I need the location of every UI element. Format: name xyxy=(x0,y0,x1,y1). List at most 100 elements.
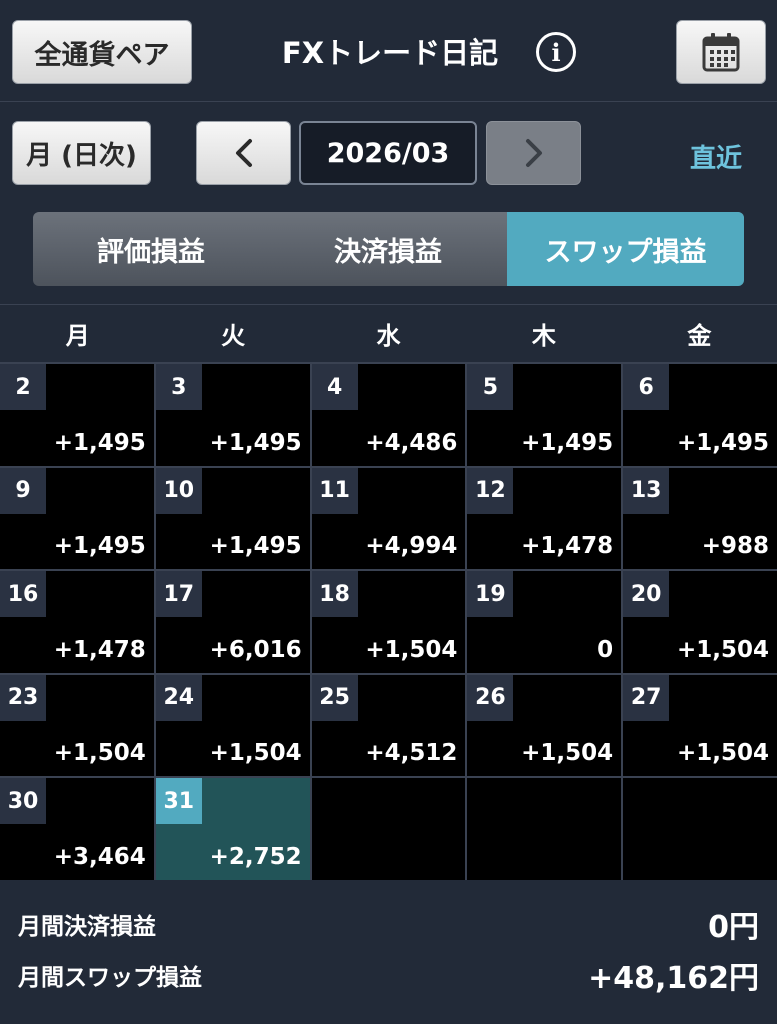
next-month-button[interactable] xyxy=(486,121,581,185)
day-value: +1,495 xyxy=(676,429,769,456)
calendar-day-cell[interactable]: 27 +1,504 xyxy=(623,674,777,777)
calendar-day-cell[interactable]: 5 +1,495 xyxy=(467,364,622,466)
day-value: +1,504 xyxy=(53,740,146,767)
day-number: 11 xyxy=(311,467,358,514)
calendar-day-cell-today[interactable]: 31 +2,752 xyxy=(155,778,310,880)
day-value: +1,504 xyxy=(676,636,769,663)
monthly-summary: 月間決済損益 0円 月間スワップ損益 +48,162円 xyxy=(0,880,777,1024)
day-value: +4,486 xyxy=(365,429,458,456)
day-value: +1,495 xyxy=(209,429,302,456)
day-number: 9 xyxy=(0,467,46,514)
day-value: +1,495 xyxy=(53,533,146,560)
swap-pl-row: 月間スワップ損益 +48,162円 xyxy=(18,955,759,996)
calendar-day-cell[interactable]: 24 +1,504 xyxy=(155,674,310,777)
settled-pl-row: 月間決済損益 0円 xyxy=(18,904,759,945)
calendar-empty-cell xyxy=(623,778,777,880)
tab-unrealized-pl[interactable]: 評価損益 xyxy=(33,212,269,286)
calendar-day-cell[interactable]: 9 +1,495 xyxy=(0,467,154,570)
day-number: 10 xyxy=(155,467,202,514)
page-title: FXトレード日記 xyxy=(281,36,499,70)
calendar-day-cell[interactable]: 13 +988 xyxy=(623,467,777,570)
day-value: +4,994 xyxy=(365,533,458,560)
chevron-left-icon xyxy=(235,139,252,167)
day-value: +1,495 xyxy=(209,533,302,560)
weekday-label: 火 xyxy=(221,322,246,350)
calendar-day-cell[interactable]: 6 +1,495 xyxy=(623,364,777,466)
day-number: 23 xyxy=(0,674,46,721)
day-number: 18 xyxy=(311,571,358,618)
prev-month-button[interactable] xyxy=(196,121,291,185)
period-mode-button[interactable]: 月 (日次) xyxy=(12,121,151,185)
day-number: 26 xyxy=(467,674,514,721)
day-value: +3,464 xyxy=(53,843,146,870)
day-number: 30 xyxy=(0,778,46,825)
calendar-day-cell[interactable]: 4 +4,486 xyxy=(311,364,466,466)
day-value: +1,504 xyxy=(521,740,614,767)
weekday-label: 金 xyxy=(687,322,712,350)
day-number: 6 xyxy=(623,364,670,410)
weekday-header: 月 火 水 木 金 xyxy=(0,304,777,362)
day-number: 5 xyxy=(467,364,514,410)
calendar-day-cell[interactable]: 18 +1,504 xyxy=(311,571,466,673)
calendar-day-cell[interactable]: 3 +1,495 xyxy=(155,364,310,466)
day-value: +988 xyxy=(701,533,769,560)
calendar-day-cell[interactable]: 17 +6,016 xyxy=(155,571,310,673)
day-number: 2 xyxy=(0,364,46,410)
swap-pl-value: +48,162円 xyxy=(588,961,759,996)
weekday-label: 水 xyxy=(376,322,401,350)
day-value: +1,495 xyxy=(53,429,146,456)
day-number: 27 xyxy=(623,674,670,721)
day-number: 16 xyxy=(0,571,46,618)
tab-settled-pl[interactable]: 決済損益 xyxy=(269,212,507,286)
info-icon[interactable]: i xyxy=(536,32,576,72)
calendar-day-cell[interactable]: 23 +1,504 xyxy=(0,674,154,777)
calendar-day-cell[interactable]: 16 +1,478 xyxy=(0,571,154,673)
day-number: 12 xyxy=(467,467,514,514)
tab-swap-pl[interactable]: スワップ損益 xyxy=(507,212,744,286)
day-number: 19 xyxy=(467,571,514,618)
day-number: 4 xyxy=(311,364,358,410)
chevron-right-icon xyxy=(525,139,542,167)
calendar-day-cell[interactable]: 10 +1,495 xyxy=(155,467,310,570)
day-number: 25 xyxy=(311,674,358,721)
calendar-day-cell[interactable]: 12 +1,478 xyxy=(467,467,622,570)
calendar-day-cell[interactable]: 20 +1,504 xyxy=(623,571,777,673)
calendar-button[interactable] xyxy=(676,20,766,84)
day-value: +1,504 xyxy=(365,636,458,663)
calendar-day-cell[interactable]: 26 +1,504 xyxy=(467,674,622,777)
calendar-grid: 2 +1,495 3 +1,495 4 +4,486 5 +1,495 6 +1,495 … xyxy=(0,362,777,880)
calendar-day-cell[interactable]: 2 +1,495 xyxy=(0,364,154,466)
calendar-day-cell[interactable]: 30 +3,464 xyxy=(0,778,154,880)
recent-link[interactable]: 直近 xyxy=(690,138,742,175)
day-number: 17 xyxy=(155,571,202,618)
day-value: +1,495 xyxy=(521,429,614,456)
calendar-day-cell[interactable]: 11 +4,994 xyxy=(311,467,466,570)
day-value: +1,504 xyxy=(209,740,302,767)
calendar-day-cell[interactable]: 19 0 xyxy=(467,571,622,673)
day-value: +1,478 xyxy=(521,533,614,560)
currency-pair-button[interactable]: 全通貨ペア xyxy=(12,20,192,84)
swap-pl-label: 月間スワップ損益 xyxy=(18,965,202,991)
calendar-day-cell[interactable]: 25 +4,512 xyxy=(311,674,466,777)
calendar-empty-cell xyxy=(311,778,466,880)
pl-type-tabs: 評価損益 決済損益 スワップ損益 xyxy=(33,212,744,286)
day-number: 20 xyxy=(623,571,670,618)
calendar-icon xyxy=(702,33,740,72)
day-number: 3 xyxy=(155,364,202,410)
day-number: 13 xyxy=(623,467,670,514)
day-value: 0 xyxy=(597,636,614,663)
settled-pl-label: 月間決済損益 xyxy=(18,914,156,940)
day-value: +4,512 xyxy=(365,740,458,767)
app-header: 全通貨ペア FXトレード日記 i xyxy=(0,0,777,102)
calendar-empty-cell xyxy=(467,778,622,880)
settled-pl-value: 0円 xyxy=(708,910,759,945)
weekday-label: 木 xyxy=(531,322,556,350)
day-number: 24 xyxy=(155,674,202,721)
weekday-label: 月 xyxy=(65,322,90,350)
day-value: +6,016 xyxy=(209,636,302,663)
current-month-display[interactable]: 2026/03 xyxy=(299,121,477,185)
day-value: +2,752 xyxy=(209,843,302,870)
day-value: +1,478 xyxy=(53,636,146,663)
day-value: +1,504 xyxy=(676,740,769,767)
day-number: 31 xyxy=(155,778,202,825)
